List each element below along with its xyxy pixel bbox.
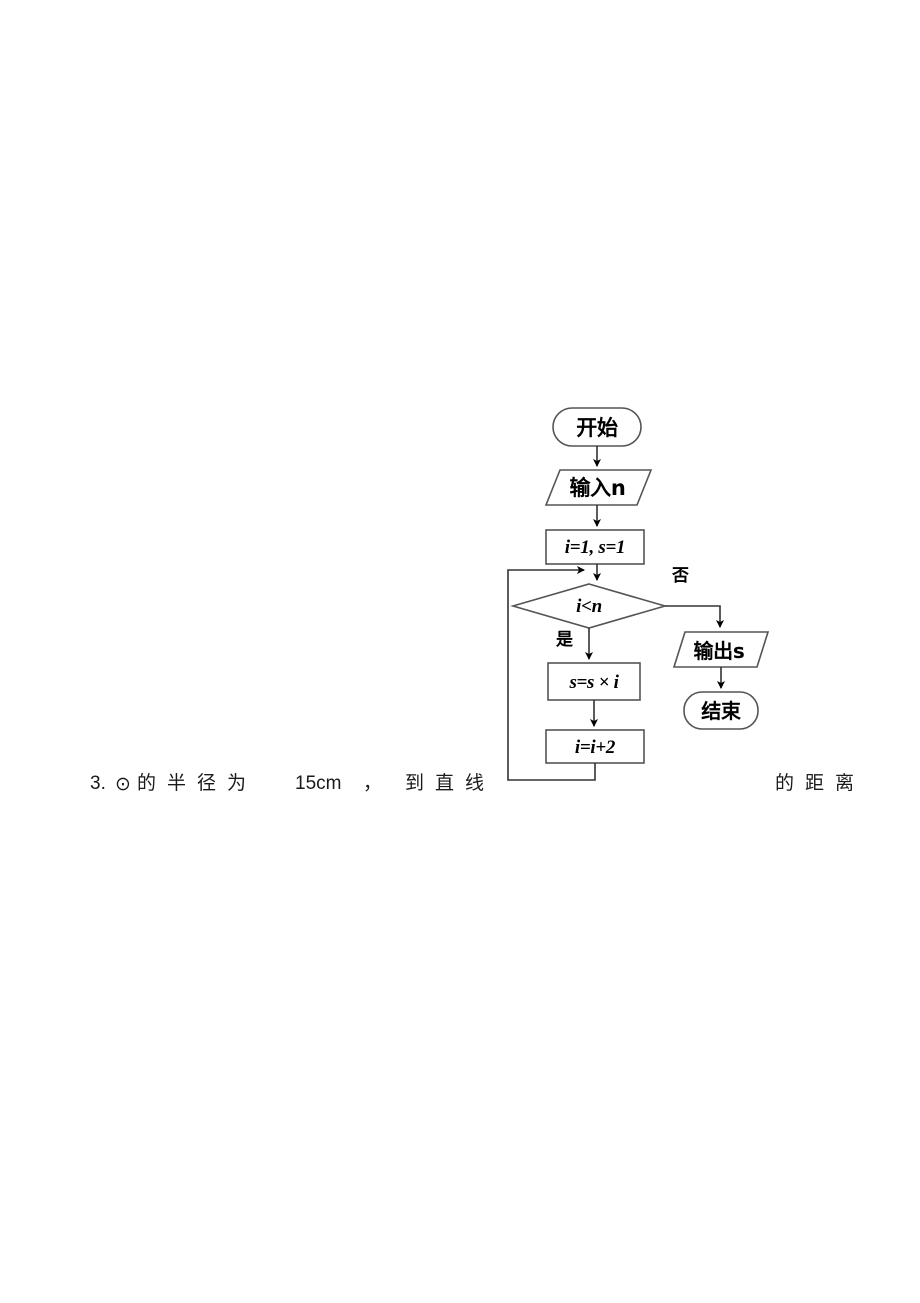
circle-symbol: ⊙ [115,773,131,795]
document-page: 开始 输入n i=1, s=1 i<n s=s × i i=i+2 输出s 结束… [0,0,920,1303]
node-label-multiply: s=s × i [569,671,619,693]
radius-value: 15cm [295,773,342,794]
node-label-end: 结束 [701,698,741,723]
question-part-a: 的半径为 [137,773,258,794]
question-text-line: 3. ⊙ 的半径为 15cm ， 到直线 的距离 [0,767,920,801]
node-label-input: 输入n [569,475,626,500]
node-label-init: i=1, s=1 [564,537,626,558]
branch-label-no: 否 [672,566,689,586]
node-label-condition: i<n [576,595,602,617]
question-part-c: 的距离 [775,773,866,794]
flowchart-diagram [0,0,920,1303]
node-label-increment: i=i+2 [574,736,616,758]
question-number: 3. [90,773,106,794]
branch-label-yes: 是 [556,630,573,650]
edge-decision-no-to-output [665,605,724,628]
question-part-b: 到直线 [405,773,496,794]
comma-symbol: ， [363,773,383,794]
node-label-start: 开始 [576,415,618,440]
node-label-output: 输出s [693,638,745,663]
